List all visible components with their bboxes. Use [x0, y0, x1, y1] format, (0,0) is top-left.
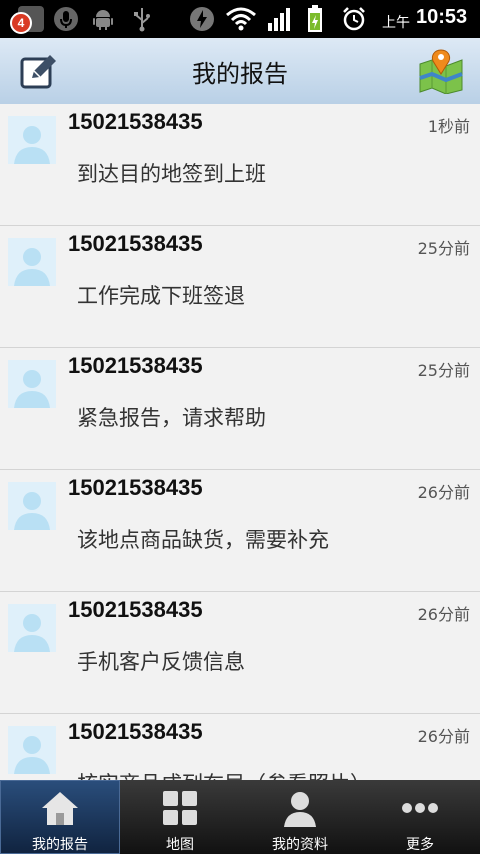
usb-icon: [130, 4, 154, 34]
page-title: 我的报告: [192, 60, 288, 88]
avatar: [8, 482, 56, 530]
report-message: 工作完成下班签退: [77, 284, 245, 308]
report-time: 26分前: [417, 483, 470, 502]
tab-my-reports[interactable]: 我的报告: [0, 780, 120, 854]
sender-number: 15021538435: [68, 231, 203, 256]
tab-label: 更多: [406, 837, 434, 853]
report-time: 25分前: [417, 239, 470, 258]
report-list[interactable]: 15021538435 1秒前 到达目的地签到上班 15021538435 25…: [0, 104, 480, 780]
list-item[interactable]: 15021538435 25分前 工作完成下班签退: [0, 226, 480, 348]
avatar: [8, 116, 56, 164]
list-item[interactable]: 15021538435 26分前 核实商品成列布局（参看照片）: [0, 714, 480, 780]
bolt-icon: [188, 4, 216, 34]
sender-number: 15021538435: [68, 719, 203, 744]
map-icon: [419, 49, 463, 95]
wifi-icon: [224, 4, 258, 34]
map-button[interactable]: [416, 48, 466, 95]
report-message: 到达目的地签到上班: [77, 162, 266, 186]
report-message: 手机客户反馈信息: [77, 650, 245, 674]
mic-icon: [52, 4, 80, 34]
avatar: [8, 604, 56, 652]
signal-icon: [266, 4, 294, 34]
battery-icon: [304, 4, 326, 34]
report-time: 26分前: [417, 605, 470, 624]
tab-more[interactable]: 更多: [360, 780, 480, 854]
list-item[interactable]: 15021538435 1秒前 到达目的地签到上班: [0, 104, 480, 226]
title-bar: 我的报告: [0, 38, 480, 105]
list-item[interactable]: 15021538435 26分前 该地点商品缺货，需要补充: [0, 470, 480, 592]
more-icon: [402, 803, 438, 813]
person-icon: [284, 792, 316, 827]
list-item[interactable]: 15021538435 26分前 手机客户反馈信息: [0, 592, 480, 714]
sender-number: 15021538435: [68, 597, 203, 622]
report-message: 紧急报告，请求帮助: [77, 406, 266, 430]
list-item[interactable]: 15021538435 25分前 紧急报告，请求帮助: [0, 348, 480, 470]
grid-icon: [163, 791, 197, 825]
alarm-icon: [340, 4, 368, 34]
sender-number: 15021538435: [68, 353, 203, 378]
sender-number: 15021538435: [68, 109, 203, 134]
home-icon: [42, 792, 78, 825]
status-bar: 4 上午 10:53: [0, 0, 480, 38]
report-time: 25分前: [417, 361, 470, 380]
report-message: 该地点商品缺货，需要补充: [77, 528, 329, 552]
avatar: [8, 360, 56, 408]
notification-icon[interactable]: 4: [10, 4, 48, 34]
report-message: 核实商品成列布局（参看照片）: [77, 768, 371, 780]
tab-label: 我的资料: [272, 837, 328, 853]
notification-count-badge: 4: [10, 12, 32, 34]
report-time: 1秒前: [427, 117, 470, 136]
avatar: [8, 238, 56, 286]
status-time: 10:53: [416, 6, 468, 28]
sender-number: 15021538435: [68, 475, 203, 500]
tab-my-profile[interactable]: 我的资料: [240, 780, 360, 854]
tab-label: 我的报告: [32, 837, 88, 853]
report-time: 26分前: [417, 727, 470, 746]
bottom-tab-bar: 我的报告 地图 我的资料 更多: [0, 780, 480, 854]
tab-label: 地图: [166, 837, 194, 853]
android-icon: [90, 4, 116, 34]
status-ampm: 上午: [382, 15, 410, 31]
tab-map[interactable]: 地图: [120, 780, 240, 854]
avatar: [8, 726, 56, 774]
